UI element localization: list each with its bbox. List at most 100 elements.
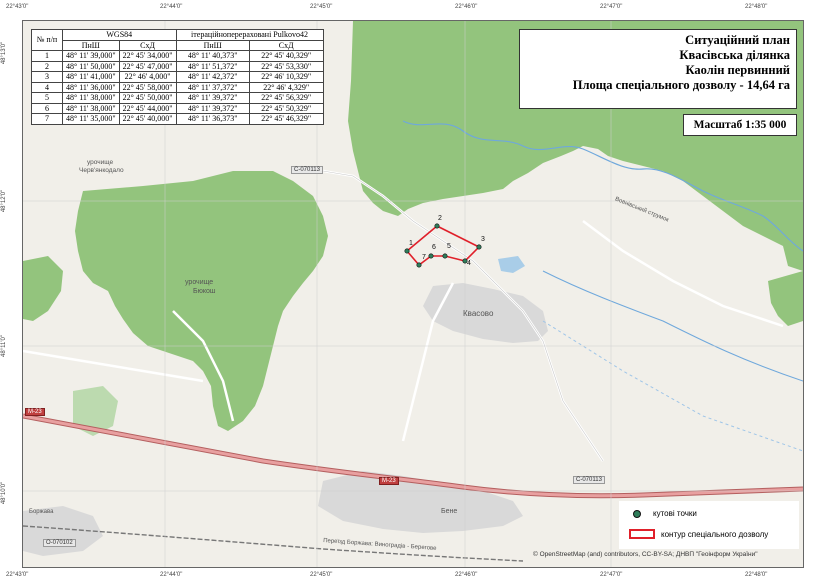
corner-point-6 (428, 253, 434, 259)
lat-label-left-4: 48°10'0" (1, 481, 8, 505)
table-row: 3 48° 11' 41,000" 22° 46' 4,000" 48° 11'… (31, 71, 324, 83)
cell-pul-lat: 48° 11' 39,372" (175, 102, 250, 114)
cell-pul-lat: 48° 11' 39,372" (175, 92, 250, 104)
corner-point-2 (434, 223, 440, 229)
place-borzhava: Боржава (29, 509, 54, 515)
corner-point-3 (476, 244, 482, 250)
cell-pul-lon: 22° 45' 50,329" (248, 102, 324, 114)
table-row: 2 48° 11' 50,000" 22° 45' 47,000" 48° 11… (31, 60, 324, 72)
header-wgs-lat: ПнШ (62, 39, 120, 51)
lon-label-bottom-2: 22°44'0" (160, 572, 183, 578)
cell-num: 2 (31, 60, 63, 72)
corner-label-7: 7 (422, 254, 426, 261)
legend-row-contour: контур спеціального дозволу (629, 529, 768, 539)
cell-num: 1 (31, 50, 63, 62)
place-lankodalo-line2: Черв'янкодало (79, 167, 124, 174)
lon-label-top-6: 22°48'0" (745, 4, 768, 10)
road-badge-c070113-south: С-070113 (573, 476, 605, 484)
header-pulkovo42: ітераційноперераховані Pulkovo42 (175, 29, 324, 41)
cell-pul-lat: 48° 11' 40,373" (175, 50, 250, 62)
cell-pul-lat: 48° 11' 51,372" (175, 60, 250, 72)
corner-point-7 (416, 262, 422, 268)
place-bukosh-line2: Бюкош (193, 288, 216, 295)
cell-wgs-lon: 22° 45' 47,000" (118, 60, 177, 72)
legend-points-label: кутові точки (653, 509, 697, 518)
cell-pul-lon: 22° 45' 40,329" (248, 50, 324, 62)
lon-label-bottom-5: 22°47'0" (600, 572, 623, 578)
corner-label-2: 2 (438, 215, 442, 222)
cell-pul-lon: 22° 46' 4,329" (248, 81, 324, 93)
corner-label-6: 6 (432, 244, 436, 251)
lat-label-left-3: 48°11'0" (0, 335, 7, 357)
cell-wgs-lon: 22° 45' 58,000" (118, 81, 177, 93)
title-line-1: Ситуаційний план (685, 33, 790, 47)
scale-box: Масштаб 1:35 000 (683, 114, 797, 136)
cell-pul-lat: 48° 11' 42,372" (175, 71, 250, 83)
lon-label-top-1: 22°43'0" (6, 4, 29, 10)
table-row: 1 48° 11' 39,000" 22° 45' 34,000" 48° 11… (31, 50, 324, 62)
cell-wgs-lat: 48° 11' 38,000" (62, 92, 120, 104)
header-number: № п/п (31, 29, 63, 51)
title-line-3: Каолін первинний (685, 63, 790, 77)
cell-pul-lon: 22° 46' 10,329" (248, 71, 324, 83)
corner-label-3: 3 (481, 236, 485, 243)
title-line-4: Площа спеціального дозволу - 14,64 га (572, 78, 790, 92)
coordinates-table: № п/п WGS84 ітераційноперераховані Pulko… (31, 29, 324, 125)
road-badge-o070102: О-070102 (43, 539, 76, 547)
cell-wgs-lat: 48° 11' 39,000" (62, 50, 120, 62)
title-line-2: Квасівська ділянка (679, 48, 790, 62)
lon-label-top-5: 22°47'0" (600, 4, 623, 10)
lat-label-left-2: 48°12'0" (1, 189, 8, 213)
lat-label-left-1: 48°13'0" (1, 41, 8, 65)
cell-wgs-lon: 22° 45' 44,000" (118, 102, 177, 114)
title-box: Ситуаційний план Квасівська ділянка Каол… (519, 29, 797, 109)
header-pul-lon: СхД (248, 39, 324, 51)
header-wgs84: WGS84 (62, 29, 177, 41)
road-badge-m23-west: М-23 (25, 408, 45, 416)
legend-row-points: кутові точки (629, 509, 697, 518)
place-bukosh-line1: урочище (185, 279, 214, 286)
point-marker-icon (633, 509, 641, 518)
legend-contour-label: контур спеціального дозволу (661, 529, 769, 539)
road-badge-m23-center: М-23 (379, 477, 399, 485)
cell-wgs-lon: 22° 46' 4,000" (118, 71, 177, 83)
cell-pul-lon: 22° 45' 46,329" (248, 113, 324, 125)
header-pul-lat: ПнШ (175, 39, 250, 51)
lon-label-bottom-3: 22°45'0" (310, 572, 333, 578)
cell-wgs-lat: 48° 11' 38,000" (62, 102, 120, 114)
contour-swatch-icon (629, 529, 655, 539)
table-row: 7 48° 11' 35,000" 22° 45' 40,000" 48° 11… (31, 113, 324, 125)
cell-wgs-lon: 22° 45' 40,000" (118, 113, 177, 125)
legend: кутові точки контур спеціального дозволу (619, 501, 799, 549)
place-kvasovo: Квасово (463, 309, 494, 318)
lon-label-bottom-6: 22°48'0" (745, 572, 768, 578)
corner-point-5 (442, 253, 448, 259)
lon-label-top-4: 22°46'0" (455, 4, 478, 10)
corner-label-1: 1 (409, 240, 413, 247)
lon-label-bottom-1: 22°43'0" (6, 572, 29, 578)
cell-wgs-lat: 48° 11' 50,000" (62, 60, 120, 72)
cell-wgs-lat: 48° 11' 35,000" (62, 113, 120, 125)
cell-wgs-lon: 22° 45' 50,000" (118, 92, 177, 104)
header-wgs-lon: СхД (118, 39, 177, 51)
map-sheet: 22°43'0" 22°44'0" 22°45'0" 22°46'0" 22°4… (0, 0, 820, 583)
cell-num: 5 (31, 92, 63, 104)
corner-point-1 (404, 248, 410, 254)
road-badge-c070113-north: С-070113 (291, 166, 323, 174)
cell-pul-lon: 22° 45' 53,330" (248, 60, 324, 72)
cell-wgs-lon: 22° 45' 34,000" (118, 50, 177, 62)
table-row: 4 48° 11' 36,000" 22° 45' 58,000" 48° 11… (31, 81, 324, 93)
cell-pul-lat: 48° 11' 37,372" (175, 81, 250, 93)
cell-wgs-lat: 48° 11' 41,000" (62, 71, 120, 83)
cell-num: 3 (31, 71, 63, 83)
cell-num: 7 (31, 113, 63, 125)
cell-wgs-lat: 48° 11' 36,000" (62, 81, 120, 93)
lon-label-top-2: 22°44'0" (160, 4, 183, 10)
table-row: 6 48° 11' 38,000" 22° 45' 44,000" 48° 11… (31, 102, 324, 114)
lon-label-top-3: 22°45'0" (310, 4, 333, 10)
place-lankodalo-line1: урочище (87, 159, 114, 166)
cell-pul-lon: 22° 45' 56,329" (248, 92, 324, 104)
table-row: 5 48° 11' 38,000" 22° 45' 50,000" 48° 11… (31, 92, 324, 104)
cell-pul-lat: 48° 11' 36,373" (175, 113, 250, 125)
map-canvas[interactable]: 1 2 3 4 5 6 7 Квасово урочище Бюкош уроч… (22, 20, 804, 568)
